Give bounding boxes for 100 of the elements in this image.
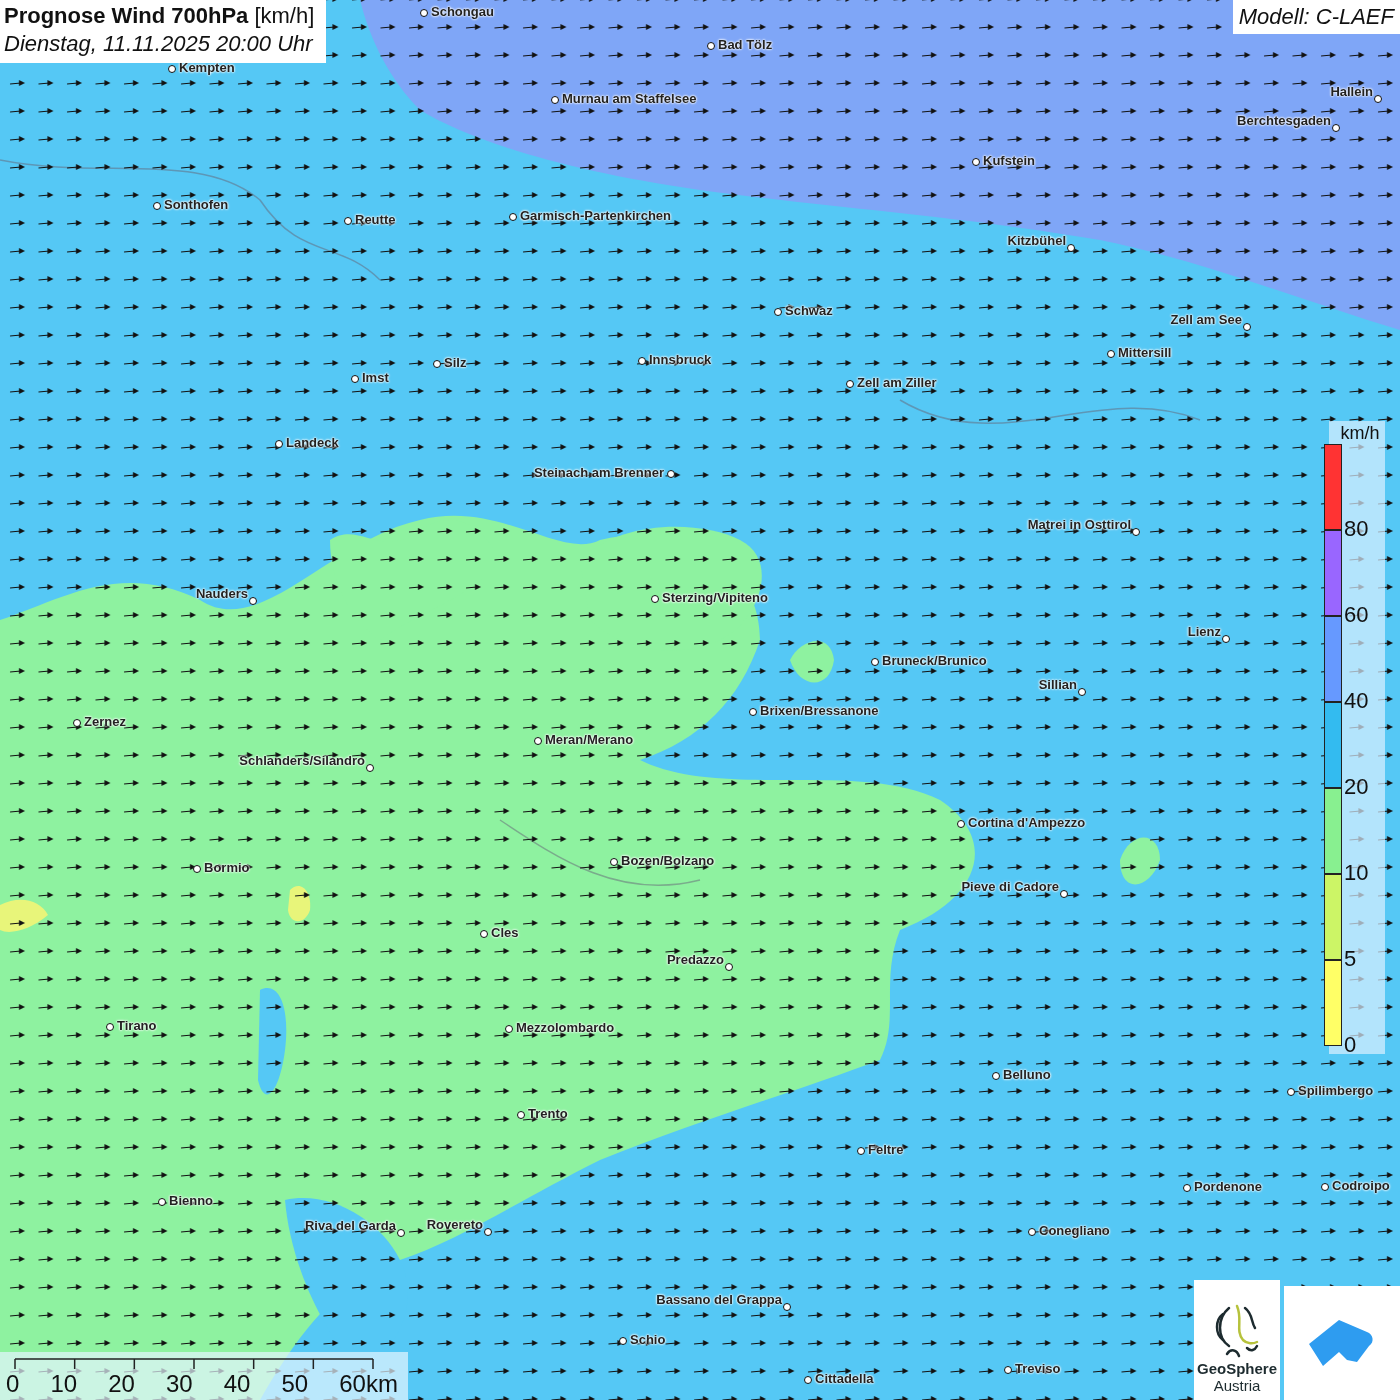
legend-value: 10 (1344, 860, 1369, 886)
city-marker (168, 65, 176, 73)
city-label: Sillian (1038, 677, 1077, 692)
city-label: Rovereto (426, 1217, 483, 1232)
roof-logo-icon (1309, 1320, 1375, 1366)
city-marker (846, 380, 854, 388)
city-marker (153, 202, 161, 210)
city-marker (1028, 1228, 1036, 1236)
city-label: Conegliano (1039, 1223, 1110, 1238)
city-marker (193, 865, 201, 873)
legend-unit: km/h (1339, 423, 1380, 444)
scale-label: 10 (50, 1370, 78, 1398)
city-label: Riva del Garda (304, 1218, 396, 1233)
city-label: Treviso (1015, 1361, 1061, 1376)
legend-value: 0 (1344, 1032, 1357, 1058)
city-label: Steinach am Brenner (533, 465, 664, 480)
scale-label: 0 (6, 1370, 20, 1398)
city-label: Zernez (84, 714, 126, 729)
scale-label: 50 (281, 1370, 309, 1398)
city-marker (1004, 1366, 1012, 1374)
city-marker (1222, 635, 1230, 643)
city-label: Cles (491, 925, 519, 940)
city-marker (707, 42, 715, 50)
city-label: Bruneck/Brunico (882, 653, 987, 668)
city-label: Trento (528, 1106, 568, 1121)
city-marker (1321, 1183, 1329, 1191)
city-marker (783, 1303, 791, 1311)
city-marker (871, 658, 879, 666)
city-label: Lienz (1187, 624, 1221, 639)
city-label: Sterzing/Vipiteno (662, 590, 768, 605)
city-marker (804, 1376, 812, 1384)
city-label: Cittadella (815, 1371, 874, 1386)
city-marker (667, 470, 675, 478)
city-label: Zell am Ziller (857, 375, 937, 390)
city-label: Pieve di Cadore (961, 879, 1059, 894)
city-label: Kempten (179, 60, 235, 75)
city-label: Bassano del Grappa (656, 1292, 782, 1307)
city-marker (275, 440, 283, 448)
city-marker (551, 96, 559, 104)
city-label: Kufstein (983, 153, 1035, 168)
city-label: Cortina d'Ampezzo (968, 815, 1086, 830)
city-marker (1243, 323, 1251, 331)
city-label: Feltre (868, 1142, 904, 1157)
city-label: Sonthofen (164, 197, 229, 212)
city-marker (619, 1337, 627, 1345)
city-label: Mezzolombardo (516, 1020, 615, 1035)
city-label: Codroipo (1332, 1178, 1390, 1193)
city-marker (774, 308, 782, 316)
city-marker (610, 858, 618, 866)
scale-label: 40 (223, 1370, 251, 1398)
city-marker (638, 357, 646, 365)
city-marker (1332, 124, 1340, 132)
city-marker (1060, 890, 1068, 898)
city-marker (480, 930, 488, 938)
city-marker (1107, 350, 1115, 358)
scale-label: 30 (165, 1370, 193, 1398)
scale-bar-icon (14, 1358, 374, 1370)
city-label: Brixen/Bressanone (760, 703, 879, 718)
city-marker (1132, 528, 1140, 536)
city-marker (420, 9, 428, 17)
city-label: Schio (630, 1332, 666, 1347)
city-marker (1078, 688, 1086, 696)
scale-label: 60km (339, 1370, 398, 1398)
city-marker (972, 158, 980, 166)
city-label: Imst (362, 370, 389, 385)
city-marker (1067, 244, 1075, 252)
legend-value: 80 (1344, 516, 1369, 542)
city-marker (433, 360, 441, 368)
city-label: Landeck (286, 435, 339, 450)
city-label: Matrei in Osttirol (1027, 517, 1131, 532)
model-label: Modell: C-LAEF (1232, 0, 1400, 34)
city-marker (957, 820, 965, 828)
city-label: Meran/Merano (545, 732, 634, 747)
city-label: Nauders (195, 586, 248, 601)
city-label: Bad Tölz (718, 37, 773, 52)
city-marker (397, 1229, 405, 1237)
city-marker (749, 708, 757, 716)
city-label: Schlanders/Silandro (239, 753, 365, 768)
city-marker (992, 1072, 1000, 1080)
city-label: Silz (444, 355, 467, 370)
city-label: Bormio (204, 860, 250, 875)
city-label: Pordenone (1194, 1179, 1262, 1194)
city-label: Schongau (431, 4, 494, 19)
city-marker (651, 595, 659, 603)
city-label: Murnau am Staffelsee (562, 91, 697, 106)
legend-value: 20 (1344, 774, 1369, 800)
city-marker (344, 217, 352, 225)
city-label: Kitzbühel (1007, 233, 1066, 248)
city-label: Innsbruck (649, 352, 712, 367)
city-marker (249, 597, 257, 605)
city-marker (725, 963, 733, 971)
city-label: Tirano (117, 1018, 157, 1033)
city-marker (1183, 1184, 1191, 1192)
city-marker (73, 719, 81, 727)
city-marker (534, 737, 542, 745)
city-label: Bienno (169, 1193, 214, 1208)
legend-value: 5 (1344, 946, 1357, 972)
city-label: Reutte (355, 212, 396, 227)
city-marker (484, 1228, 492, 1236)
city-label: Belluno (1003, 1067, 1051, 1082)
